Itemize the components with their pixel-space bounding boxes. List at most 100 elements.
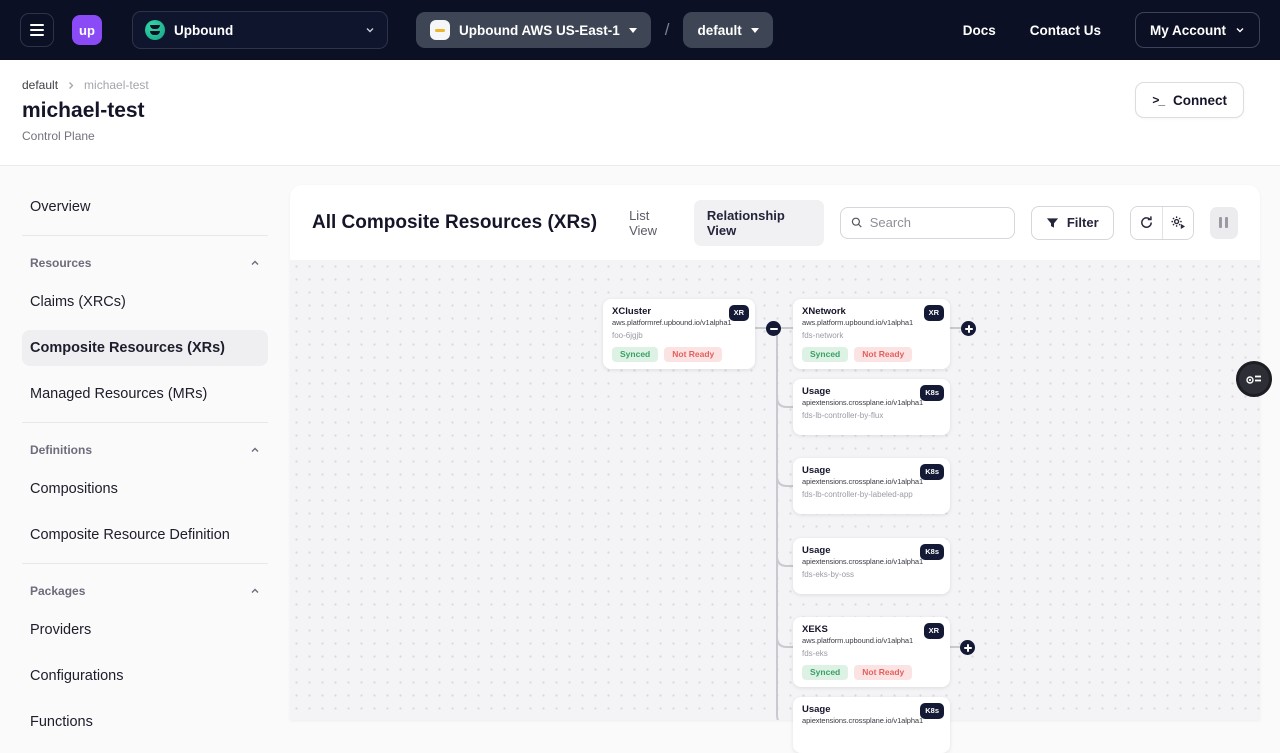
legend-list-icon bbox=[1246, 372, 1262, 386]
filter-button-label: Filter bbox=[1067, 215, 1099, 230]
top-navbar: up Upbound Upbound AWS US-East-1 / defau… bbox=[0, 0, 1280, 60]
status-badge-synced: Synced bbox=[612, 347, 658, 362]
divider bbox=[22, 563, 268, 564]
node-kind-badge: K8s bbox=[920, 544, 944, 560]
sidebar-item-composite-resources[interactable]: Composite Resources (XRs) bbox=[22, 330, 268, 366]
node-resource-name: fds-eks bbox=[802, 649, 941, 658]
sidebar-item-functions[interactable]: Functions bbox=[22, 704, 268, 740]
node-api-version: aws.platform.upbound.io/v1alpha1 bbox=[802, 318, 941, 327]
chevron-down-icon bbox=[1235, 25, 1245, 35]
breadcrumb: default michael-test bbox=[22, 78, 1244, 92]
chevron-right-icon bbox=[67, 81, 75, 90]
node-title: XEKS bbox=[802, 624, 941, 635]
sidebar-item-overview[interactable]: Overview bbox=[22, 189, 268, 225]
path-separator: / bbox=[665, 20, 670, 40]
sidebar-item-claims[interactable]: Claims (XRCs) bbox=[22, 284, 268, 320]
page-header: default michael-test michael-test Contro… bbox=[0, 60, 1280, 166]
sidebar-item-managed-resources[interactable]: Managed Resources (MRs) bbox=[22, 376, 268, 412]
graph-node-xcluster[interactable]: XCluster aws.platformref.upbound.io/v1al… bbox=[603, 299, 755, 369]
node-resource-name: foo-6jgjb bbox=[612, 331, 746, 340]
sidebar-item-composite-resource-definition[interactable]: Composite Resource Definition bbox=[22, 517, 268, 553]
status-badge-not-ready: Not Ready bbox=[854, 347, 912, 362]
search-box bbox=[840, 207, 1015, 239]
node-api-version: apiextensions.crossplane.io/v1alpha1 bbox=[802, 557, 941, 566]
graph-legend-button[interactable] bbox=[1236, 361, 1272, 397]
caret-down-icon bbox=[751, 28, 759, 33]
node-kind-badge: K8s bbox=[920, 703, 944, 719]
sidebar-item-configurations[interactable]: Configurations bbox=[22, 658, 268, 694]
org-selector-label: Upbound bbox=[174, 23, 233, 38]
node-resource-name: fds-eks-by-oss bbox=[802, 570, 941, 579]
control-plane-icon bbox=[430, 20, 450, 40]
expand-edge-button[interactable] bbox=[960, 640, 975, 655]
node-kind-badge: XR bbox=[729, 305, 749, 321]
org-selector-dropdown[interactable]: Upbound bbox=[132, 11, 388, 49]
node-resource-name: fds-lb-controller-by-labeled-app bbox=[802, 490, 941, 499]
sidebar-section-definitions[interactable]: Definitions bbox=[22, 437, 268, 471]
run-operations-button[interactable] bbox=[1162, 207, 1193, 239]
search-input[interactable] bbox=[870, 215, 1004, 230]
panel-title: All Composite Resources (XRs) bbox=[312, 212, 597, 234]
graph-node-usage-flux[interactable]: Usage apiextensions.crossplane.io/v1alph… bbox=[793, 379, 950, 435]
caret-down-icon bbox=[629, 28, 637, 33]
node-kind-badge: XR bbox=[924, 623, 944, 639]
connect-button[interactable]: >_ Connect bbox=[1135, 82, 1244, 118]
control-plane-selector-dropdown[interactable]: Upbound AWS US-East-1 bbox=[416, 12, 651, 48]
hamburger-icon bbox=[30, 24, 44, 26]
graph-node-usage-labeled-app[interactable]: Usage apiextensions.crossplane.io/v1alph… bbox=[793, 458, 950, 514]
my-account-label: My Account bbox=[1150, 23, 1226, 38]
refresh-button[interactable] bbox=[1131, 207, 1162, 239]
gear-run-icon bbox=[1170, 215, 1186, 230]
page-title: michael-test bbox=[22, 99, 1244, 123]
graph-node-xnetwork[interactable]: XNetwork aws.platform.upbound.io/v1alpha… bbox=[793, 299, 950, 369]
connect-button-label: Connect bbox=[1173, 93, 1227, 108]
collapse-edge-button[interactable] bbox=[766, 321, 781, 336]
pause-icon bbox=[1219, 217, 1222, 228]
chevron-up-icon bbox=[250, 258, 260, 268]
control-plane-selector-label: Upbound AWS US-East-1 bbox=[459, 23, 620, 38]
node-api-version: apiextensions.crossplane.io/v1alpha1 bbox=[802, 398, 941, 407]
upbound-logo: up bbox=[72, 15, 102, 45]
refresh-icon bbox=[1139, 215, 1154, 230]
page-subtitle: Control Plane bbox=[22, 129, 1244, 143]
sidebar: Overview Resources Claims (XRCs) Composi… bbox=[0, 167, 290, 720]
expand-edge-button[interactable] bbox=[961, 321, 976, 336]
divider bbox=[22, 235, 268, 236]
section-label: Resources bbox=[30, 256, 91, 270]
divider bbox=[22, 422, 268, 423]
graph-node-usage-bottom[interactable]: Usage apiextensions.crossplane.io/v1alph… bbox=[793, 697, 950, 753]
filter-button[interactable]: Filter bbox=[1031, 206, 1114, 240]
sidebar-section-packages[interactable]: Packages bbox=[22, 578, 268, 612]
node-title: XNetwork bbox=[802, 306, 941, 317]
my-account-button[interactable]: My Account bbox=[1135, 12, 1260, 48]
group-selector-label: default bbox=[697, 23, 741, 38]
list-view-tab[interactable]: List View bbox=[629, 208, 678, 238]
breadcrumb-current: michael-test bbox=[84, 78, 149, 92]
graph-node-usage-oss[interactable]: Usage apiextensions.crossplane.io/v1alph… bbox=[793, 538, 950, 594]
section-label: Packages bbox=[30, 584, 85, 598]
chevron-down-icon bbox=[365, 25, 375, 35]
status-badge-not-ready: Not Ready bbox=[854, 665, 912, 680]
chevron-up-icon bbox=[250, 445, 260, 455]
sidebar-item-compositions[interactable]: Compositions bbox=[22, 471, 268, 507]
contact-us-link[interactable]: Contact Us bbox=[1030, 23, 1101, 38]
terminal-icon: >_ bbox=[1152, 93, 1164, 107]
group-selector-dropdown[interactable]: default bbox=[683, 12, 772, 48]
search-icon bbox=[851, 216, 862, 229]
org-avatar-icon bbox=[145, 20, 165, 40]
pause-button[interactable] bbox=[1210, 207, 1238, 239]
relationship-graph-canvas[interactable]: XCluster aws.platformref.upbound.io/v1al… bbox=[290, 260, 1260, 720]
docs-link[interactable]: Docs bbox=[963, 23, 996, 38]
breadcrumb-parent[interactable]: default bbox=[22, 78, 58, 92]
node-api-version: aws.platformref.upbound.io/v1alpha1 bbox=[612, 318, 746, 327]
section-label: Definitions bbox=[30, 443, 92, 457]
node-resource-name: fds-lb-controller-by-flux bbox=[802, 411, 941, 420]
relationship-view-tab[interactable]: Relationship View bbox=[694, 200, 825, 246]
status-badge-not-ready: Not Ready bbox=[664, 347, 722, 362]
sidebar-item-providers[interactable]: Providers bbox=[22, 612, 268, 648]
panel-toolbar: All Composite Resources (XRs) List View … bbox=[290, 185, 1260, 260]
sidebar-section-resources[interactable]: Resources bbox=[22, 250, 268, 284]
graph-action-group bbox=[1130, 206, 1194, 240]
graph-node-xeks[interactable]: XEKS aws.platform.upbound.io/v1alpha1 fd… bbox=[793, 617, 950, 687]
hamburger-menu-button[interactable] bbox=[20, 13, 54, 47]
